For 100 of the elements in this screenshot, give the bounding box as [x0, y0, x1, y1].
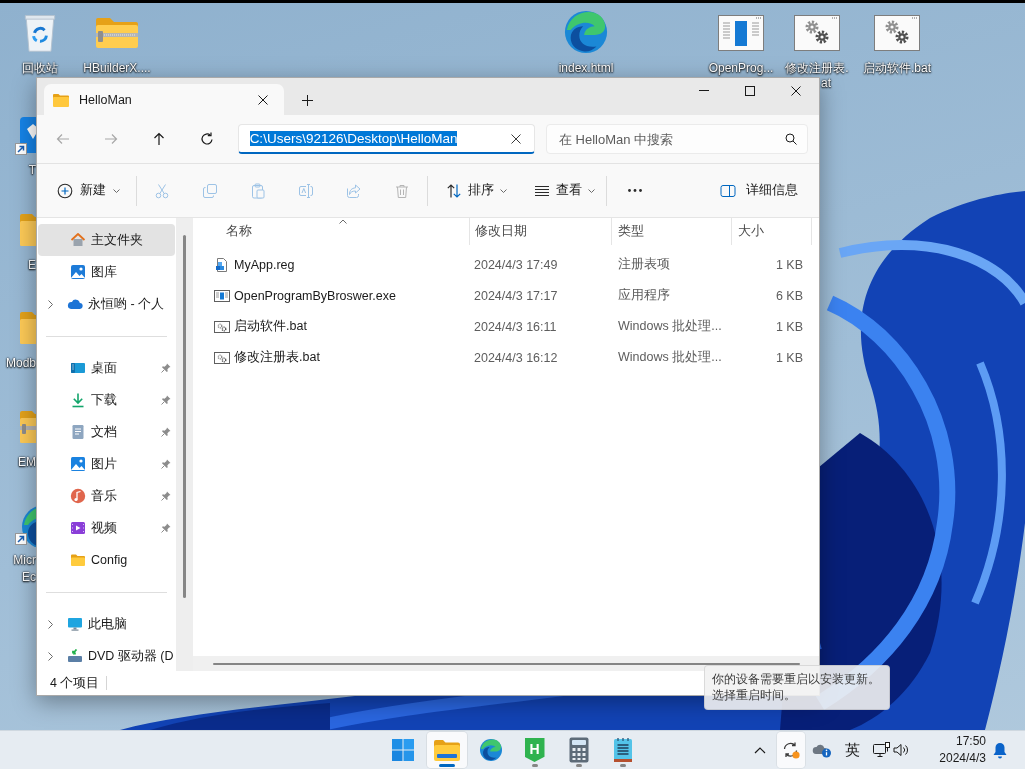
view-button[interactable]: 查看 [526, 172, 599, 209]
file-name[interactable]: 启动软件.bat [234, 318, 307, 335]
sidebar-item[interactable]: 文档 [38, 416, 175, 448]
side-panel-icon [720, 184, 736, 197]
plus-circle-icon [57, 182, 73, 199]
folder-icon [70, 553, 86, 567]
chevron-up-icon[interactable] [754, 746, 766, 754]
sidebar-item[interactable]: 下载 [38, 384, 175, 416]
document-icon [72, 424, 84, 440]
column-header[interactable]: 类型 [611, 218, 731, 245]
sync-badge-icon[interactable] [782, 741, 800, 759]
notification-toast[interactable]: 你的设备需要重启以安装更新。 选择重启时间。 [704, 665, 890, 710]
desktop-icon-label: Ec [22, 570, 36, 585]
new-button[interactable]: 新建 [52, 172, 124, 209]
share-icon [346, 182, 362, 199]
file-name[interactable]: 修改注册表.bat [234, 349, 320, 366]
music-note-icon [70, 488, 86, 504]
file-type: Windows 批处理... [617, 349, 723, 366]
sidebar-item[interactable]: 图片 [38, 448, 175, 480]
column-header[interactable]: 修改日期 [469, 218, 611, 245]
file-type: Windows 批处理... [617, 318, 723, 335]
file-size: 1 KB [774, 257, 804, 272]
taskbar-app-button[interactable] [426, 732, 467, 768]
gears-window-icon[interactable] [873, 12, 921, 52]
column-header[interactable]: 大小 [731, 218, 811, 245]
sidebar-item[interactable]: 图库 [38, 256, 175, 288]
chevron-right-icon[interactable] [48, 651, 53, 661]
desktop-icon-label: EM [18, 455, 36, 470]
close-icon [511, 133, 521, 144]
swirl-logo-icon[interactable] [478, 738, 503, 762]
arrow-left-icon [54, 131, 71, 147]
update-button[interactable] [777, 732, 805, 768]
modified-date: 2024/4/3 16:12 [473, 350, 559, 365]
scroll-thumb[interactable] [183, 235, 186, 598]
ellipsis-icon [628, 189, 642, 192]
sidebar-item[interactable]: 永恒哟 - 个人 [38, 288, 175, 320]
swirl-logo-icon[interactable] [563, 9, 609, 55]
desktop-icon-label: OpenProg... [708, 61, 774, 76]
modified-date: 2024/4/3 17:49 [473, 257, 559, 272]
sidebar-item[interactable]: 桌面 [38, 352, 175, 384]
input-method-button[interactable]: 英 [838, 732, 866, 768]
sidebar-item[interactable]: DVD 驱动器 (D [38, 640, 175, 672]
file-type: 应用程序 [617, 287, 671, 304]
gallery-icon [70, 264, 86, 280]
desktop-icon [70, 362, 86, 374]
app-window-icon[interactable] [717, 12, 765, 52]
chevron-right-icon[interactable] [48, 299, 53, 309]
sidebar-item[interactable]: 视频 [38, 512, 175, 544]
column-header[interactable]: 名称 [193, 218, 469, 245]
file-size: 1 KB [774, 350, 804, 365]
picture-icon [70, 456, 86, 472]
list-lines-icon [534, 184, 550, 197]
calculator-icon[interactable] [568, 737, 589, 763]
gears-window-icon [214, 351, 230, 364]
file-name[interactable]: OpenProgramByBroswer.exe [234, 288, 396, 303]
sidebar-item[interactable]: 此电脑 [38, 608, 175, 640]
modified-date: 2024/4/3 16:11 [473, 319, 558, 334]
horizontal-scrollbar[interactable] [193, 656, 819, 671]
window-tab[interactable]: HelloMan [44, 84, 284, 115]
desktop-icon-label: at [821, 76, 831, 91]
speaker-icon[interactable] [893, 743, 909, 757]
sidebar-item[interactable]: Config [38, 544, 175, 576]
cloud-icon [67, 299, 83, 309]
scroll-thumb[interactable] [213, 662, 800, 665]
monitor-plug-icon[interactable] [873, 742, 891, 758]
maximize-icon [745, 85, 755, 96]
four-squares-icon[interactable] [391, 739, 414, 761]
notepad-icon[interactable] [612, 737, 633, 763]
item-count: 4 个项目 [50, 674, 100, 692]
desktop-icon-label: 修改注册表. [785, 61, 849, 76]
sidebar-item[interactable]: 主文件夹 [38, 224, 175, 256]
gears-window-icon [214, 320, 230, 333]
file-name[interactable]: MyApp.reg [234, 257, 295, 272]
details-button[interactable]: 详细信息 [712, 172, 806, 209]
address-field[interactable]: C:\Users\92126\Desktop\HelloMan [237, 124, 535, 154]
trash-icon [394, 182, 410, 199]
sidebar-item[interactable]: 音乐 [38, 480, 175, 512]
desktop-icon-label: Micr [13, 553, 36, 568]
sort-arrows-icon [446, 182, 462, 199]
clipboard-icon [250, 182, 266, 199]
house-icon [70, 232, 86, 248]
file-type: 注册表项 [617, 256, 671, 273]
folder-icon [53, 92, 69, 107]
folder-icon[interactable] [433, 739, 460, 761]
cloud-info-icon[interactable] [812, 742, 832, 758]
search-field[interactable]: 在 HelloMan 中搜索 [546, 124, 808, 154]
sort-button[interactable]: 排序 [438, 172, 511, 209]
desktop-icon-label: Modb [5, 356, 36, 371]
bell-icon[interactable] [992, 741, 1008, 759]
gears-window-icon[interactable] [793, 12, 841, 52]
file-size: 1 KB [774, 319, 804, 334]
plus-icon [301, 94, 313, 106]
chevron-right-icon[interactable] [48, 619, 53, 629]
search-icon [785, 133, 797, 145]
sidebar-scrollbar[interactable] [176, 218, 193, 671]
notification-text: 你的设备需要重启以安装更新。 选择重启时间。 [712, 671, 881, 703]
refresh-icon [198, 131, 215, 147]
desktop-icon-label: 启动软件.bat [863, 61, 931, 76]
drive-icon [67, 649, 83, 663]
taskbar-clock[interactable]: 17:50 2024/4/3 [910, 732, 988, 768]
